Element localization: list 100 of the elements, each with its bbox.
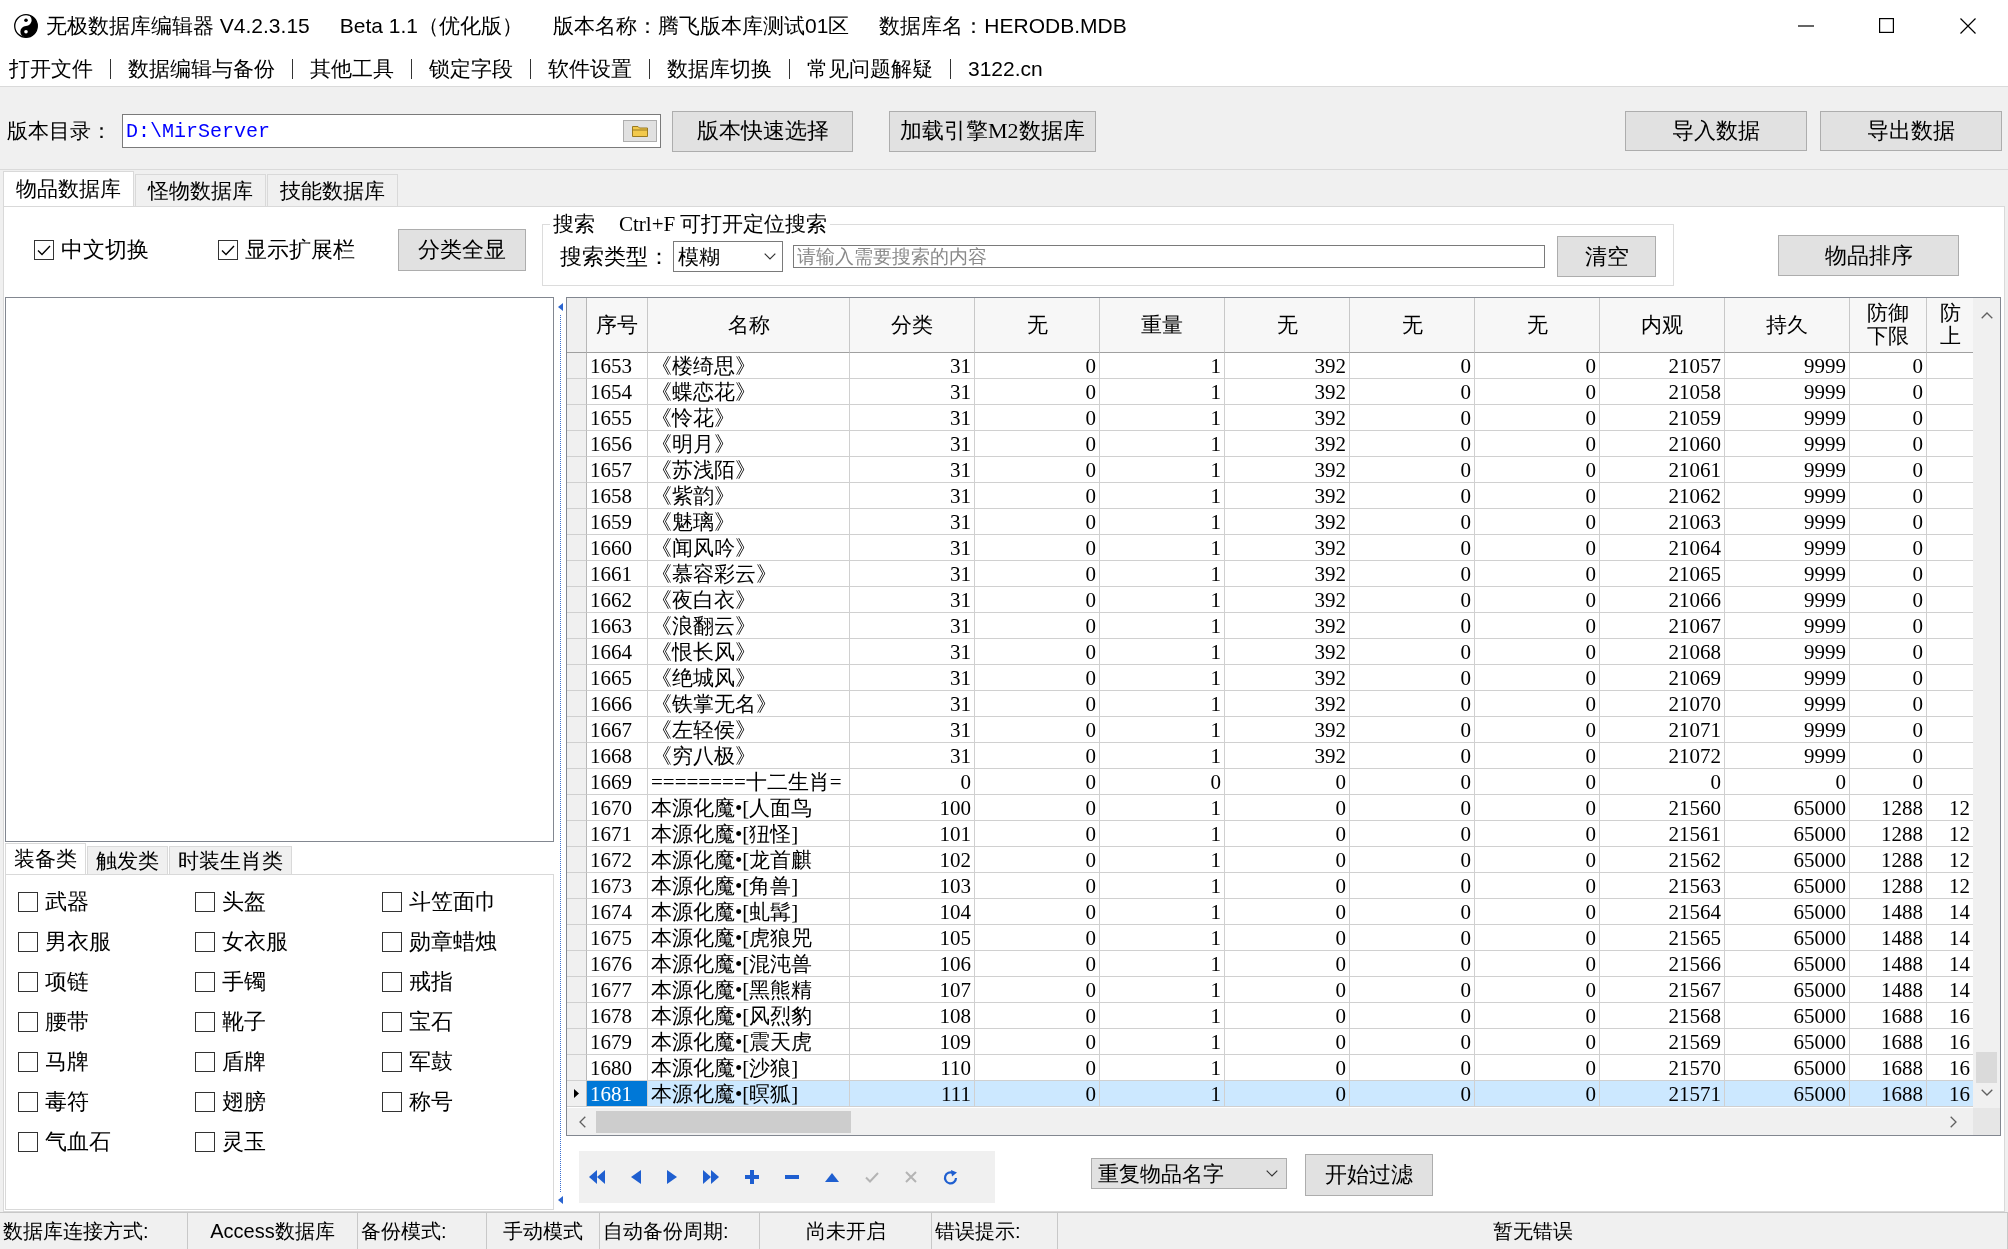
checkbox[interactable] <box>195 892 215 912</box>
tab[interactable]: 怪物数据库 <box>135 174 266 206</box>
sort-button[interactable]: 物品排序 <box>1778 235 1959 276</box>
double-right-triangle-icon[interactable] <box>703 1170 719 1184</box>
column-header[interactable]: 分类 <box>850 298 975 353</box>
table-cell: 9999 <box>1725 587 1850 613</box>
filter-button[interactable]: 开始过滤 <box>1305 1154 1433 1196</box>
table-cell: 0 <box>975 587 1100 613</box>
column-header[interactable]: 名称 <box>648 298 850 353</box>
toolbar-button[interactable]: 导出数据 <box>1820 111 2002 151</box>
clear-button[interactable]: 清空 <box>1557 236 1656 277</box>
column-header[interactable]: 序号 <box>587 298 648 353</box>
checkbox[interactable] <box>218 240 238 260</box>
toolbar-button[interactable]: 加载引擎M2数据库 <box>889 110 1096 152</box>
checkbox[interactable] <box>18 892 38 912</box>
table-cell: 1673 <box>587 873 648 899</box>
table-cell: 0 <box>1475 613 1600 639</box>
checkbox[interactable] <box>34 240 54 260</box>
right-triangle-icon[interactable] <box>667 1170 677 1184</box>
up-triangle-icon[interactable] <box>825 1172 839 1182</box>
left-triangle-icon[interactable] <box>557 303 563 311</box>
filter-select[interactable]: 重复物品名字 <box>1091 1158 1287 1189</box>
browse-button[interactable] <box>623 120 657 142</box>
checkbox[interactable] <box>382 972 402 992</box>
checkbox[interactable] <box>18 1052 38 1072</box>
checkbox[interactable] <box>195 1012 215 1032</box>
checkbox[interactable] <box>195 972 215 992</box>
menu-item[interactable]: 数据库切换 <box>667 54 772 83</box>
table-cell: 1 <box>1100 535 1225 561</box>
search-hint: Ctrl+F 可打开定位搜索 <box>619 212 828 236</box>
left-chevron-icon[interactable] <box>579 1115 586 1128</box>
checkbox[interactable] <box>382 1052 402 1072</box>
checkbox[interactable] <box>195 1132 215 1152</box>
column-header[interactable]: 防上 <box>1927 298 1973 353</box>
search-type-select[interactable]: 模糊 <box>673 241 783 272</box>
tab[interactable]: 装备类 <box>5 843 86 874</box>
horizontal-scrollbar[interactable] <box>567 1108 1973 1135</box>
menu-item[interactable]: 常见问题解疑 <box>807 54 933 83</box>
tab[interactable]: 技能数据库 <box>267 174 398 206</box>
column-header[interactable]: 无 <box>1225 298 1350 353</box>
column-header[interactable]: 无 <box>975 298 1100 353</box>
row-selector[interactable] <box>567 1081 587 1107</box>
down-chevron-icon[interactable] <box>1980 1089 1993 1096</box>
plus-icon[interactable] <box>745 1170 759 1184</box>
tab[interactable]: 触发类 <box>87 846 168 874</box>
checkbox[interactable] <box>195 932 215 952</box>
search-input[interactable]: 请输入需要搜索的内容 <box>793 245 1545 268</box>
menu-item[interactable]: 打开文件 <box>9 54 93 83</box>
checkbox[interactable] <box>18 1012 38 1032</box>
path-field[interactable]: D:\MirServer <box>122 114 661 148</box>
vertical-scrollbar[interactable] <box>1973 298 2000 1108</box>
toolbar-button[interactable]: 导入数据 <box>1625 111 1807 151</box>
column-header[interactable]: 重量 <box>1100 298 1225 353</box>
show-all-button[interactable]: 分类全显 <box>398 229 526 271</box>
column-header[interactable]: 无 <box>1475 298 1600 353</box>
checkbox[interactable] <box>382 1092 402 1112</box>
checkbox[interactable] <box>382 1012 402 1032</box>
menu-item[interactable]: 锁定字段 <box>429 54 513 83</box>
menu-item[interactable]: 数据编辑与备份 <box>128 54 275 83</box>
splitter-handle[interactable] <box>559 315 561 1192</box>
table-cell: 1288 <box>1850 821 1927 847</box>
table-cell: 31 <box>850 561 975 587</box>
column-header[interactable]: 持久 <box>1725 298 1850 353</box>
checkbox[interactable] <box>18 1132 38 1152</box>
left-triangle-icon[interactable] <box>631 1170 641 1184</box>
checkbox[interactable] <box>18 1092 38 1112</box>
checkbox[interactable] <box>18 932 38 952</box>
column-header[interactable]: 内观 <box>1600 298 1725 353</box>
double-left-triangle-icon[interactable] <box>589 1170 605 1184</box>
up-chevron-icon[interactable] <box>1980 312 1993 319</box>
refresh-icon[interactable] <box>943 1169 958 1185</box>
column-header[interactable]: 无 <box>1350 298 1475 353</box>
left-triangle-icon[interactable] <box>557 1196 563 1204</box>
menu-item[interactable]: 3122.cn <box>968 56 1043 81</box>
right-chevron-icon[interactable] <box>1950 1115 1957 1128</box>
table-cell: 21564 <box>1600 899 1725 925</box>
tab[interactable]: 时装生肖类 <box>169 846 292 874</box>
table-cell: 1 <box>1100 483 1225 509</box>
table-cell: 0 <box>1850 405 1927 431</box>
table-cell: 0 <box>1475 951 1600 977</box>
table-cell: 1674 <box>587 899 648 925</box>
checkbox[interactable] <box>382 932 402 952</box>
table-cell: 1656 <box>587 431 648 457</box>
checkbox[interactable] <box>18 972 38 992</box>
table-cell: 1 <box>1100 457 1225 483</box>
checkbox[interactable] <box>195 1052 215 1072</box>
scrollbar-thumb[interactable] <box>596 1110 851 1133</box>
checkbox[interactable] <box>195 1092 215 1112</box>
checkbox[interactable] <box>382 892 402 912</box>
menu-item[interactable]: 软件设置 <box>548 54 632 83</box>
table-cell: 1661 <box>587 561 648 587</box>
tab[interactable]: 物品数据库 <box>3 171 134 206</box>
table-cell: 《慕容彩云》 <box>648 561 850 587</box>
maximize-icon[interactable] <box>1879 18 1894 33</box>
checkbox-label: 项链 <box>45 968 89 996</box>
toolbar-button[interactable]: 版本快速选择 <box>672 110 853 152</box>
menu-item[interactable]: 其他工具 <box>310 54 394 83</box>
minimize-icon[interactable] <box>1797 24 1814 27</box>
column-header[interactable]: 防御下限 <box>1850 298 1927 353</box>
close-icon[interactable] <box>1959 17 1976 34</box>
